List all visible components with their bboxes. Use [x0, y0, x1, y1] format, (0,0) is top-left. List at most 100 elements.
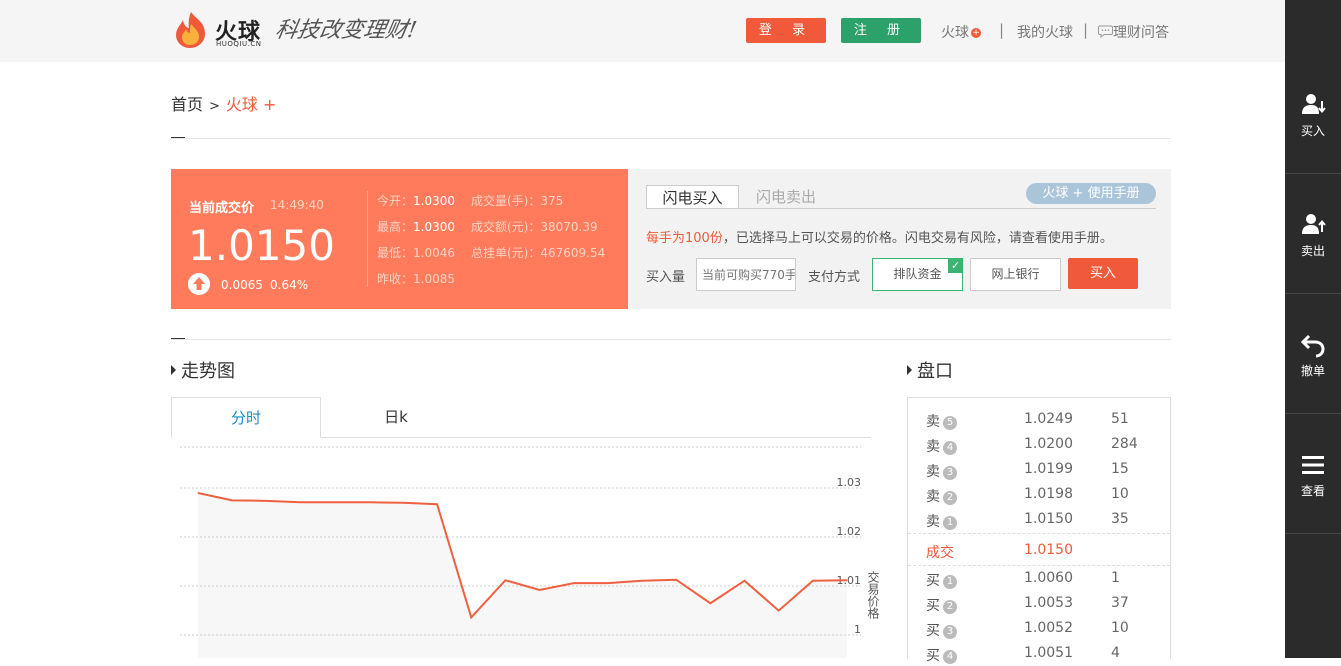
chart-y-tick-label: 1 — [854, 623, 861, 636]
chart-data-point — [846, 579, 848, 581]
trend-chart-title: 走势图 — [171, 357, 235, 383]
order-book-buy-row[interactable]: 买 3 1.0052 10 — [908, 616, 1170, 641]
chart-y-tick-label: 1.02 — [837, 525, 862, 538]
nav-finance-qa[interactable]: 理财问答 — [1098, 22, 1169, 42]
last-trade-price: 1.0150 — [1024, 542, 1073, 558]
stat-high: 最高：1.0300 — [377, 220, 456, 234]
chart-data-point — [709, 602, 711, 604]
trend-line-chart: 1.031.021.011交易价格 — [180, 446, 880, 658]
order-level-badge: 1 — [943, 575, 957, 589]
current-price-label: 当前成交价 — [189, 201, 255, 216]
chart-data-point — [436, 503, 438, 505]
chart-data-point — [641, 580, 643, 582]
payment-online-bank-option[interactable]: 网上银行 — [970, 258, 1061, 291]
login-button[interactable]: 登 录 — [746, 18, 826, 43]
order-level-badge: 1 — [943, 516, 957, 530]
order-book-last-trade: 成交 1.0150 — [908, 533, 1170, 566]
nav-my-huoqiu[interactable]: 我的火球 — [1017, 22, 1073, 42]
chart-data-point — [197, 492, 199, 494]
stat-volume: 成交量(手)：375 — [471, 194, 564, 208]
chart-data-point — [368, 501, 370, 503]
order-volume: 10 — [1111, 620, 1129, 636]
nav-huoqiu-plus[interactable]: 火球 + — [941, 22, 981, 42]
nav-huoqiu-label: 火球 — [941, 25, 969, 41]
user-manual-button[interactable]: 火球 + 使用手册 — [1026, 183, 1156, 204]
section-divider — [171, 339, 1171, 340]
order-book-title: 盘口 — [907, 357, 953, 383]
order-volume: 51 — [1111, 411, 1129, 427]
tab-flash-sell[interactable]: 闪电卖出 — [756, 185, 816, 209]
breadcrumb-separator: > — [209, 99, 220, 114]
chart-data-point — [539, 589, 541, 591]
order-book-sell-row[interactable]: 卖 1 1.0150 35 — [908, 507, 1170, 532]
header: 火球 HUOQIU.CN 科技改变理财! 登 录 注 册 火球 + | 我的火球 … — [0, 0, 1285, 62]
order-volume: 1 — [1111, 570, 1120, 586]
quantity-input[interactable] — [696, 258, 796, 291]
order-book-sell-row[interactable]: 卖 2 1.0198 10 — [908, 482, 1170, 507]
chart-data-point — [573, 582, 575, 584]
tab-daily-k[interactable]: 日k — [321, 397, 471, 438]
order-side: 卖5 — [926, 411, 957, 431]
payment-queue-funds-label: 排队资金 — [893, 267, 942, 281]
stat-prev-close: 昨收：1.0085 — [377, 272, 456, 286]
breadcrumb-home[interactable]: 首页 — [171, 95, 203, 114]
order-volume: 284 — [1111, 436, 1138, 452]
stat-amount: 成交额(元)：38070.39 — [471, 220, 598, 234]
chart-y-axis-label: 交易价格 — [866, 570, 880, 619]
stat-total-orders: 总挂单(元)：467609.54 — [471, 246, 606, 260]
order-level-badge: 4 — [943, 650, 957, 664]
trade-description: 每手为100份，已选择马上可以交易的价格。闪电交易有风险，请查看使用手册。 — [646, 227, 1113, 246]
order-book-sell-row[interactable]: 卖 3 1.0199 15 — [908, 457, 1170, 482]
order-side: 卖4 — [926, 436, 957, 456]
buy-button[interactable]: 买入 — [1068, 258, 1138, 289]
payment-queue-funds-option[interactable]: 排队资金 ✓ — [872, 258, 963, 291]
order-volume: 37 — [1111, 595, 1129, 611]
order-level-badge: 2 — [943, 491, 957, 505]
payment-label: 支付方式 — [808, 270, 861, 285]
order-volume: 4 — [1111, 645, 1120, 661]
checkmark-icon: ✓ — [948, 258, 963, 273]
order-price: 1.0053 — [1024, 595, 1073, 611]
chart-data-point — [778, 610, 780, 612]
order-book-buy-row[interactable]: 买 2 1.0053 37 — [908, 591, 1170, 616]
order-price: 1.0060 — [1024, 570, 1073, 586]
flame-logo-icon — [176, 12, 205, 48]
sidebar-buy[interactable]: 买入 — [1285, 54, 1341, 174]
chart-data-point — [504, 579, 506, 581]
arrow-up-icon — [188, 273, 210, 295]
tab-intraday[interactable]: 分时 — [171, 397, 321, 438]
order-level-badge: 4 — [943, 441, 957, 455]
order-level-badge: 5 — [943, 416, 957, 430]
order-book-sell-row[interactable]: 卖 5 1.0249 51 — [908, 407, 1170, 432]
sidebar-view[interactable]: 查看 — [1285, 414, 1341, 534]
tab-underline — [646, 208, 1156, 209]
order-side: 买3 — [926, 620, 957, 640]
slogan: 科技改变理财! — [273, 18, 419, 43]
logo[interactable]: 火球 HUOQIU.CN — [171, 10, 266, 52]
order-price: 1.0198 — [1024, 486, 1073, 502]
quantity-label: 买入量 — [646, 270, 686, 285]
order-volume: 10 — [1111, 486, 1129, 502]
order-price: 1.0249 — [1024, 411, 1073, 427]
price-change: 0.0065 — [221, 278, 263, 292]
tab-flash-buy[interactable]: 闪电买入 — [646, 185, 739, 209]
breadcrumb: 首页 > 火球 + — [171, 91, 276, 115]
nav-finance-qa-label: 理财问答 — [1113, 25, 1169, 41]
register-button[interactable]: 注 册 — [841, 18, 921, 43]
order-book-buy-row[interactable]: 买 4 1.0051 4 — [908, 641, 1170, 666]
sidebar-sell[interactable]: 卖出 — [1285, 174, 1341, 294]
chart-data-point — [744, 580, 746, 582]
chart-data-point — [675, 579, 677, 581]
order-side: 买2 — [926, 595, 957, 615]
order-book-buy-row[interactable]: 买 1 1.0060 1 — [908, 566, 1170, 591]
order-side: 卖2 — [926, 486, 957, 506]
price-change-pct: 0.64% — [270, 278, 309, 292]
order-price: 1.0150 — [1024, 511, 1073, 527]
chart-data-point — [812, 580, 814, 582]
section-divider — [171, 138, 1171, 139]
chart-data-point — [265, 500, 267, 502]
sidebar-cancel-order[interactable]: 撤单 — [1285, 294, 1341, 414]
order-side: 买4 — [926, 645, 957, 665]
order-side: 卖3 — [926, 461, 957, 481]
order-book-sell-row[interactable]: 卖 4 1.0200 284 — [908, 432, 1170, 457]
